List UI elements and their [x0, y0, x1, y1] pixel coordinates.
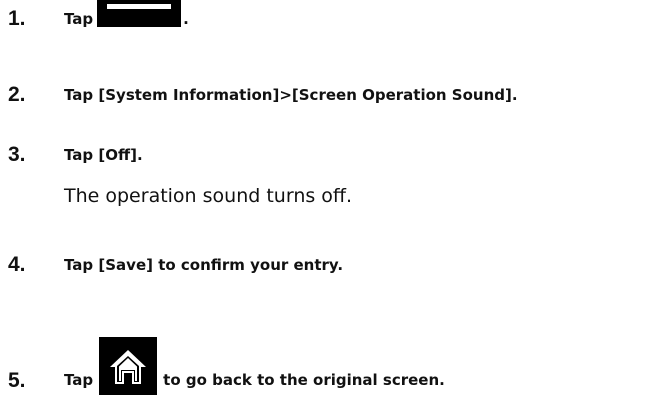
step-text: Tap .	[64, 0, 189, 31]
step-number: 5.	[8, 369, 26, 392]
home-icon	[99, 337, 158, 395]
step-number: 3.	[8, 143, 26, 166]
step-text-after: .	[183, 10, 189, 28]
step-text-after: to go back to the original screen.	[163, 371, 445, 389]
step-text: Tap [Save] to confirm your entry.	[64, 256, 344, 274]
step-text-before: Tap	[64, 10, 94, 28]
menu-icon	[97, 0, 182, 27]
step-text: Tap [Off].	[64, 146, 143, 164]
step-text-before: Tap	[64, 371, 94, 389]
step-number: 2.	[8, 83, 26, 106]
step-number: 1.	[8, 7, 26, 30]
step-result: The operation sound turns off.	[64, 185, 353, 207]
step-text: Tap to go back to the original screen.	[64, 337, 445, 395]
step-number: 4.	[8, 253, 26, 276]
step-text: Tap [System Information]>[Screen Operati…	[64, 86, 518, 104]
